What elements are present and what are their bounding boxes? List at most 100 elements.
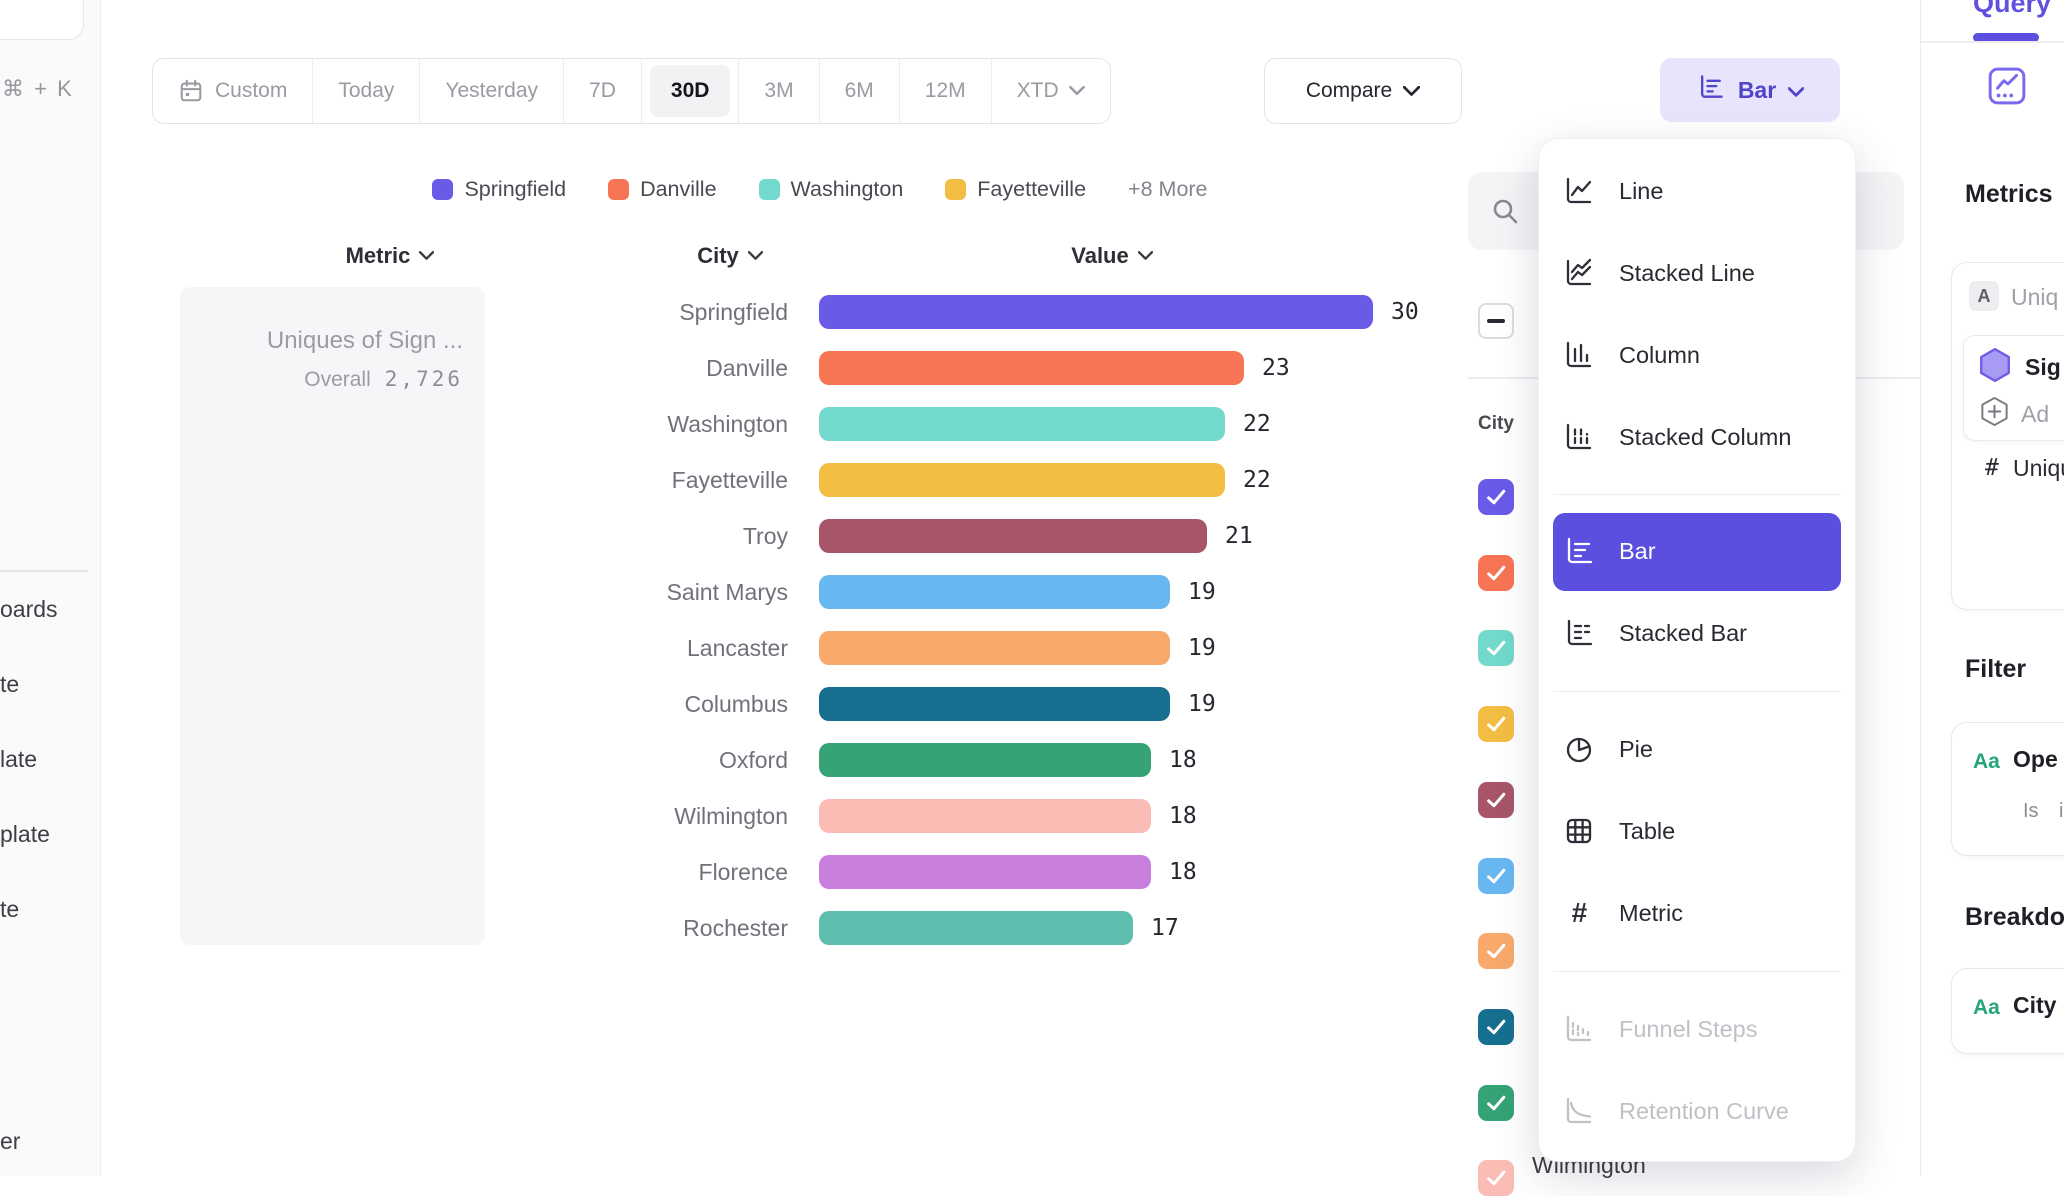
- bar-label: Lancaster: [180, 620, 788, 676]
- bar-saint-marys[interactable]: [819, 575, 1170, 609]
- menu-item-line[interactable]: Line: [1539, 150, 1855, 232]
- tab-query[interactable]: Query: [1973, 0, 2051, 19]
- date-range-6m[interactable]: 6M: [820, 59, 900, 123]
- city-checkbox-danville[interactable]: [1478, 555, 1514, 591]
- bar-label: Troy: [180, 508, 788, 564]
- city-checkbox-springfield[interactable]: [1478, 479, 1514, 515]
- bar-springfield[interactable]: [819, 295, 1373, 329]
- bar-label: Rochester: [180, 900, 788, 956]
- compare-button[interactable]: Compare: [1264, 58, 1462, 124]
- chart-row: Columbus19: [180, 676, 1460, 732]
- city-checkbox-troy[interactable]: [1478, 782, 1514, 818]
- menu-item-stacked-line[interactable]: Stacked Line: [1539, 232, 1855, 314]
- left-sidebar: ⌘ + K oardstelateplateteer: [0, 0, 101, 1176]
- bar-value: 19: [1188, 676, 1216, 732]
- indeterminate-icon: [1487, 319, 1505, 322]
- menu-item-metric[interactable]: #Metric: [1539, 872, 1855, 954]
- chart-row: Washington22: [180, 396, 1460, 452]
- sidebar-item[interactable]: late: [0, 744, 37, 774]
- add-event-label[interactable]: Ad: [2021, 401, 2049, 428]
- insights-chart-icon[interactable]: [1987, 66, 2027, 111]
- metric-header-label: Metric: [346, 243, 411, 269]
- menu-item-bar[interactable]: Bar: [1539, 510, 1855, 592]
- date-range-30d[interactable]: 30D: [642, 59, 740, 123]
- chart-row: Oxford18: [180, 732, 1460, 788]
- sidebar-item[interactable]: er: [0, 1126, 20, 1156]
- date-range-7d[interactable]: 7D: [564, 59, 642, 123]
- legend-swatch: [608, 179, 629, 200]
- date-range-label: Yesterday: [445, 79, 538, 103]
- bar-florence[interactable]: [819, 855, 1151, 889]
- bar-washington[interactable]: [819, 407, 1225, 441]
- event-name-label[interactable]: Sig: [2025, 354, 2061, 381]
- sidebar-item[interactable]: te: [0, 894, 19, 924]
- column-header-city[interactable]: City: [620, 238, 840, 274]
- menu-item-label: Line: [1619, 178, 1663, 205]
- date-range-custom[interactable]: Custom: [153, 59, 313, 123]
- breakdown-group-label: City: [1478, 413, 1514, 435]
- bar-columbus[interactable]: [819, 687, 1170, 721]
- bar-wilmington[interactable]: [819, 799, 1151, 833]
- city-checkbox-saint-marys[interactable]: [1478, 858, 1514, 894]
- date-range-12m[interactable]: 12M: [900, 59, 992, 123]
- chart-type-button[interactable]: Bar: [1660, 58, 1840, 122]
- menu-item-pie[interactable]: Pie: [1539, 708, 1855, 790]
- event-hexagon-icon: [1977, 347, 2013, 388]
- bar-oxford[interactable]: [819, 743, 1151, 777]
- filter-heading: Filter: [1965, 655, 2026, 684]
- menu-item-table[interactable]: Table: [1539, 790, 1855, 872]
- legend-item[interactable]: Fayetteville: [945, 177, 1086, 202]
- chevron-down-icon: [1788, 77, 1804, 104]
- sidebar-item[interactable]: plate: [0, 819, 50, 849]
- menu-item-column[interactable]: Column: [1539, 314, 1855, 396]
- bar-troy[interactable]: [819, 519, 1207, 553]
- date-range-today[interactable]: Today: [313, 59, 420, 123]
- bar-danville[interactable]: [819, 351, 1244, 385]
- column-header-metric[interactable]: Metric: [280, 238, 500, 274]
- city-checkbox-oxford[interactable]: [1478, 1085, 1514, 1121]
- date-range-label: Today: [338, 79, 394, 103]
- count-label[interactable]: Uniqu: [2013, 455, 2064, 482]
- chart-row: Fayetteville22: [180, 452, 1460, 508]
- select-all-checkbox[interactable]: [1478, 303, 1514, 339]
- legend-more[interactable]: +8 More: [1128, 177, 1207, 202]
- city-checkbox-fayetteville[interactable]: [1478, 706, 1514, 742]
- bar-fayetteville[interactable]: [819, 463, 1225, 497]
- date-range-yesterday[interactable]: Yesterday: [420, 59, 564, 123]
- legend-swatch: [945, 179, 966, 200]
- breakdown-type-badge: Aa: [1973, 996, 2000, 1020]
- date-range-xtd[interactable]: XTD: [992, 59, 1110, 123]
- divider: [1553, 494, 1841, 495]
- chevron-down-icon: [748, 251, 763, 261]
- legend-item[interactable]: Washington: [759, 177, 904, 202]
- bar-value: 18: [1169, 732, 1197, 788]
- stacked-bar-icon: [1562, 616, 1596, 650]
- menu-item-label: Table: [1619, 818, 1675, 845]
- legend-item[interactable]: Springfield: [432, 177, 566, 202]
- legend-item[interactable]: Danville: [608, 177, 716, 202]
- date-range-label: Custom: [215, 79, 287, 103]
- menu-item-label: Stacked Bar: [1619, 620, 1747, 647]
- sidebar-item[interactable]: oards: [0, 594, 58, 624]
- city-checkbox-wilmington[interactable]: [1478, 1160, 1514, 1196]
- city-checkbox-washington[interactable]: [1478, 630, 1514, 666]
- date-range-3m[interactable]: 3M: [739, 59, 819, 123]
- legend-label: Fayetteville: [977, 177, 1086, 202]
- city-checkbox-columbus[interactable]: [1478, 1009, 1514, 1045]
- menu-item-stacked-column[interactable]: Stacked Column: [1539, 396, 1855, 478]
- bar-label: Danville: [180, 340, 788, 396]
- menu-item-stacked-bar[interactable]: Stacked Bar: [1539, 592, 1855, 674]
- city-checkbox-lancaster[interactable]: [1478, 933, 1514, 969]
- sidebar-item[interactable]: te: [0, 669, 19, 699]
- bar-value: 18: [1169, 844, 1197, 900]
- value-header-label: Value: [1071, 243, 1128, 269]
- add-event-icon[interactable]: [1978, 395, 2011, 433]
- chart-row: Lancaster19: [180, 620, 1460, 676]
- legend-label: Washington: [791, 177, 904, 202]
- bar-rochester[interactable]: [819, 911, 1133, 945]
- filter-card[interactable]: [1951, 722, 2064, 856]
- column-header-value[interactable]: Value: [1002, 238, 1222, 274]
- rail-search-box[interactable]: [0, 0, 84, 40]
- bar-lancaster[interactable]: [819, 631, 1170, 665]
- date-range-label: 3M: [764, 79, 793, 103]
